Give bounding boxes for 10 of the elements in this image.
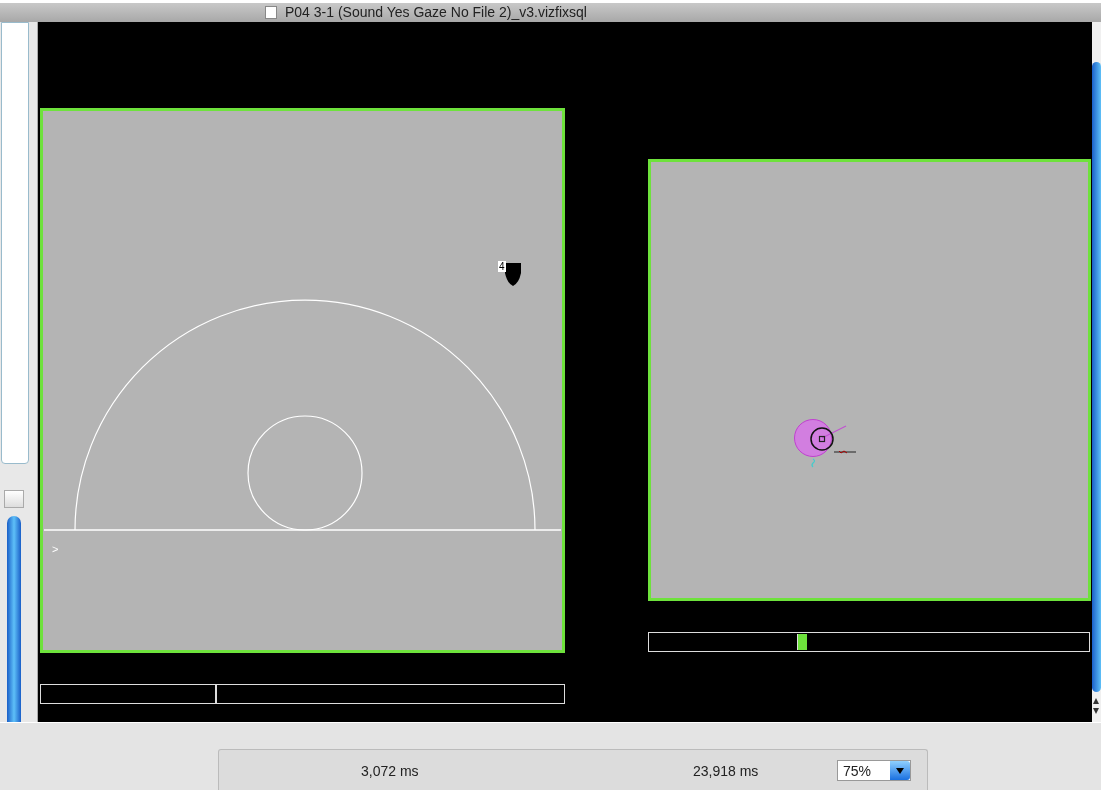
marker-label: 4 [498,261,506,272]
end-time: 23,918 ms [693,762,759,779]
dropdown-arrow-icon [896,767,904,774]
shield-icon [505,263,521,286]
prompt-text: > [52,543,59,555]
zoom-dropdown[interactable]: 75% [837,760,911,781]
document-icon [265,6,277,19]
splitter-handle[interactable] [3,490,24,508]
start-time: 3,072 ms [361,762,420,779]
window-title: P04 3-1 (Sound Yes Gaze No File 2)_v3.vizfixsql [285,4,587,21]
